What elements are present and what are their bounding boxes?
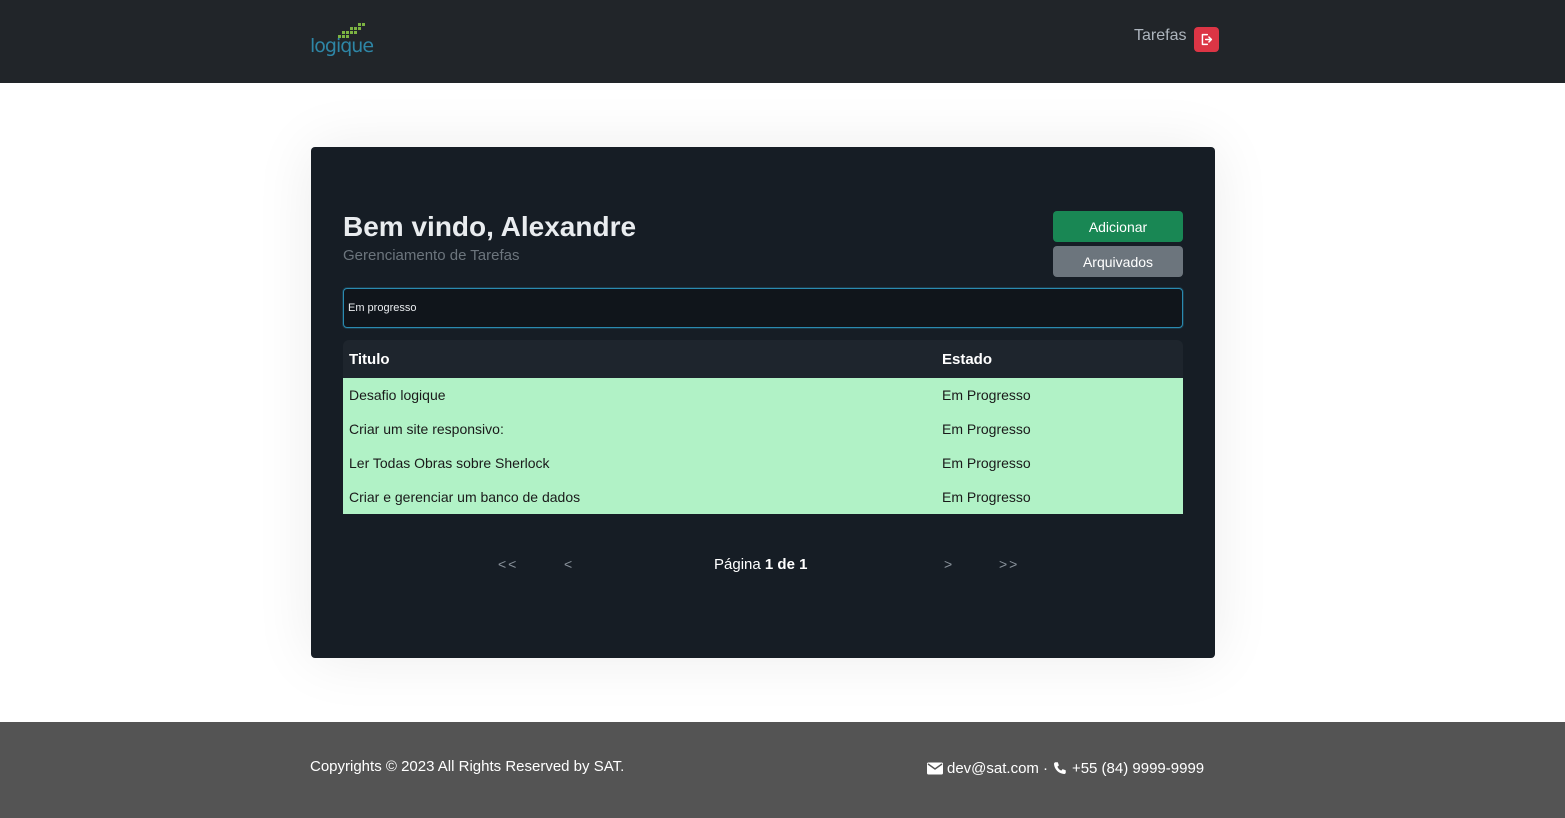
phone-icon (1053, 761, 1066, 774)
task-state: Em Progresso (942, 387, 1031, 403)
add-task-button[interactable]: Adicionar (1053, 211, 1183, 242)
contact-separator: · (1042, 760, 1048, 777)
table-header: Titulo Estado (343, 340, 1183, 378)
tasks-card: Bem vindo, Alexandre Gerenciamento de Ta… (311, 147, 1215, 658)
tasks-table: Titulo Estado Desafio logique Em Progres… (343, 340, 1183, 514)
copyright-text: Copyrights © 2023 All Rights Reserved by… (310, 758, 625, 775)
task-title: Criar e gerenciar um banco de dados (349, 489, 581, 505)
pagination: << < Página 1 de 1 > >> (311, 556, 1215, 578)
next-page-button[interactable]: > (944, 556, 954, 572)
of-word: de (777, 556, 795, 573)
logique-logo[interactable]: logique (310, 20, 380, 62)
footer: Copyrights © 2023 All Rights Reserved by… (0, 722, 1565, 818)
task-state: Em Progresso (942, 421, 1031, 437)
email-link[interactable]: dev@sat.com (947, 760, 1039, 777)
current-page: 1 (764, 556, 774, 573)
table-row[interactable]: Criar e gerenciar um banco de dados Em P… (343, 480, 1183, 514)
phone-number[interactable]: +55 (84) 9999-9999 (1072, 760, 1204, 777)
table-row[interactable]: Desafio logique Em Progresso (343, 378, 1183, 412)
task-title: Criar um site responsivo: (349, 421, 504, 437)
archived-button[interactable]: Arquivados (1053, 246, 1183, 277)
top-navbar: logique Tarefas (0, 0, 1565, 83)
table-row[interactable]: Criar um site responsivo: Em Progresso (343, 412, 1183, 446)
welcome-heading: Bem vindo, Alexandre (343, 211, 637, 242)
svg-text:logique: logique (310, 35, 373, 57)
nav-link-tarefas[interactable]: Tarefas (1134, 27, 1186, 45)
task-state: Em Progresso (942, 455, 1031, 471)
contact-info: dev@sat.com · +55 (84) 9999-9999 (927, 760, 1204, 777)
page-indicator: Página 1 de 1 (714, 556, 807, 573)
column-header-state[interactable]: Estado (942, 351, 1183, 368)
envelope-icon (927, 762, 943, 775)
task-state: Em Progresso (942, 489, 1031, 505)
column-header-title[interactable]: Titulo (343, 351, 942, 368)
logout-button[interactable] (1194, 26, 1220, 52)
task-title: Desafio logique (349, 387, 446, 403)
page-subtitle: Gerenciamento de Tarefas (343, 247, 520, 264)
first-page-button[interactable]: << (498, 556, 518, 572)
prev-page-button[interactable]: < (564, 556, 574, 572)
search-input[interactable] (343, 288, 1183, 328)
total-pages: 1 (799, 556, 808, 573)
table-row[interactable]: Ler Todas Obras sobre Sherlock Em Progre… (343, 446, 1183, 480)
logout-icon (1202, 33, 1213, 45)
last-page-button[interactable]: >> (999, 556, 1019, 572)
task-title: Ler Todas Obras sobre Sherlock (349, 455, 550, 471)
page-word: Página (714, 556, 761, 573)
